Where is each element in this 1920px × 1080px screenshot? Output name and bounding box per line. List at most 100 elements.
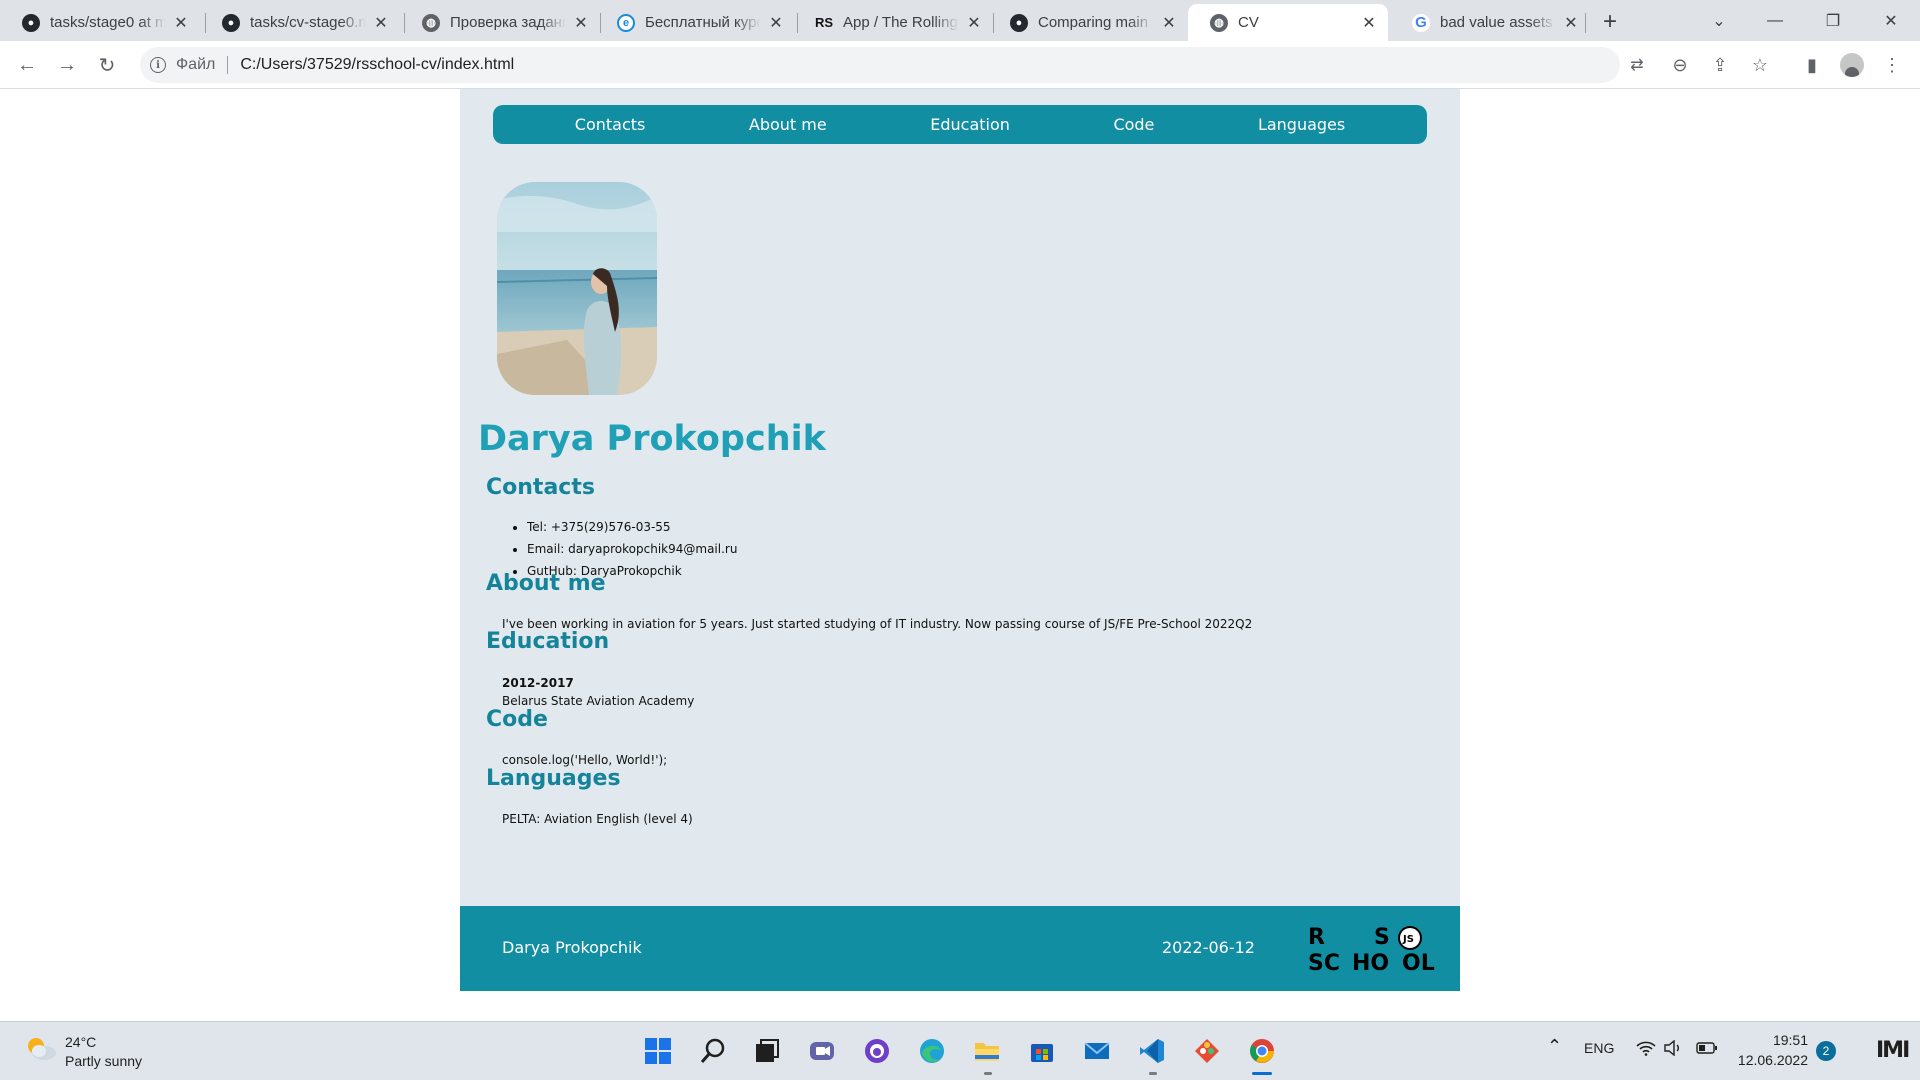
new-tab-button[interactable]: +	[1596, 8, 1624, 36]
zoom-icon: ⊖	[1672, 54, 1688, 75]
task-view-icon	[756, 1039, 779, 1062]
menu-button[interactable]: ⋮	[1880, 53, 1904, 77]
close-icon[interactable]: ✕	[767, 14, 785, 32]
back-button[interactable]: ←	[13, 51, 41, 79]
close-icon[interactable]: ✕	[172, 14, 190, 32]
languages-text: PELTA: Aviation English (level 4)	[502, 812, 693, 826]
logo-js: JS	[1402, 934, 1414, 945]
edge-button[interactable]	[915, 1034, 949, 1068]
tab-search-button[interactable]: ⌄	[1696, 6, 1742, 36]
search-button[interactable]	[696, 1034, 730, 1068]
teams-button[interactable]	[805, 1034, 839, 1068]
tab-title: CV	[1238, 14, 1259, 31]
footer-name: Darya Prokopchik	[502, 938, 642, 957]
contacts-heading: Contacts	[486, 475, 595, 500]
bookmark-button[interactable]: ☆	[1748, 53, 1772, 77]
cv-name-title: Darya Prokopchik	[478, 419, 826, 459]
store-icon	[1031, 1044, 1053, 1062]
share-icon: ⇪	[1712, 54, 1728, 75]
side-panel-button[interactable]: ▮	[1800, 53, 1824, 77]
close-icon[interactable]: ✕	[1360, 14, 1378, 32]
nav-about-me[interactable]: About me	[749, 115, 827, 134]
tab-github-comparing[interactable]: ● Comparing main ✕	[988, 4, 1188, 41]
start-button[interactable]	[641, 1034, 675, 1068]
github-desktop-button[interactable]	[860, 1034, 894, 1068]
clock-time[interactable]: 19:51	[1746, 1032, 1808, 1048]
omnibox-divider	[227, 56, 229, 74]
close-icon[interactable]: ✕	[1562, 14, 1580, 32]
zoom-button[interactable]: ⊖	[1668, 53, 1692, 77]
close-icon[interactable]: ✕	[372, 14, 390, 32]
tab-cv-active[interactable]: ◍ CV ✕	[1188, 4, 1388, 41]
google-icon: G	[1412, 13, 1430, 32]
rs-school-logo: R S SC HO OL JS	[1308, 925, 1435, 974]
nav-code[interactable]: Code	[1113, 115, 1154, 134]
avatar	[1840, 53, 1864, 77]
translate-icon[interactable]: ⇄	[1627, 55, 1647, 75]
reload-button[interactable]: ↻	[93, 51, 121, 79]
git-icon	[1195, 1039, 1219, 1063]
share-button[interactable]: ⇪	[1708, 53, 1732, 77]
nav-education[interactable]: Education	[930, 115, 1010, 134]
minimize-icon: —	[1767, 12, 1783, 29]
maximize-button[interactable]: ❐	[1810, 6, 1856, 36]
url-text[interactable]: C:/Users/37529/rsschool-cv/index.html	[240, 56, 514, 74]
side-panel-icon: ▮	[1807, 54, 1817, 75]
browser-tab-strip: ● tasks/stage0 at main ✕ ● tasks/cv-stag…	[0, 0, 1920, 41]
mail-icon	[1084, 1042, 1110, 1059]
tab-google-search[interactable]: G bad value assets ✕	[1390, 4, 1590, 41]
code-heading: Code	[486, 707, 548, 732]
notification-badge[interactable]: 2	[1816, 1041, 1836, 1061]
tab-github-cv-stage0[interactable]: ● tasks/cv-stage0.md ✕	[200, 4, 400, 41]
rs-icon: RS	[814, 15, 834, 30]
swirl-icon: e	[617, 13, 635, 32]
tab-rolling-scopes[interactable]: RS App / The Rolling Scopes ✕	[793, 4, 993, 41]
tab-title: Comparing main	[1038, 14, 1149, 31]
battery-icon[interactable]	[1696, 1040, 1718, 1059]
cv-page: Contacts About me Education Code Languag…	[460, 89, 1460, 991]
store-button[interactable]	[1025, 1034, 1059, 1068]
nav-contacts[interactable]: Contacts	[575, 115, 646, 134]
input-language[interactable]: ENG	[1584, 1040, 1614, 1056]
education-years: 2012-2017	[502, 676, 574, 690]
restore-icon: ❐	[1825, 13, 1841, 30]
nav-languages[interactable]: Languages	[1258, 115, 1345, 134]
cv-nav: Contacts About me Education Code Languag…	[493, 105, 1427, 144]
close-window-button[interactable]: ✕	[1868, 6, 1914, 36]
arrow-right-icon: →	[57, 53, 77, 76]
close-icon[interactable]: ✕	[572, 14, 590, 32]
file-explorer-button[interactable]	[970, 1034, 1004, 1068]
volume-icon[interactable]	[1664, 1039, 1682, 1059]
minimize-button[interactable]: —	[1752, 6, 1798, 36]
weather-description[interactable]: Partly sunny	[65, 1053, 142, 1069]
wifi-icon[interactable]	[1636, 1040, 1656, 1059]
task-view-button[interactable]	[750, 1034, 784, 1068]
globe-icon: ◍	[422, 13, 440, 32]
profile-button[interactable]	[1840, 53, 1864, 77]
close-icon[interactable]: ✕	[965, 14, 983, 32]
address-bar[interactable]: i Файл C:/Users/37529/rsschool-cv/index.…	[140, 47, 1644, 83]
git-button[interactable]	[1190, 1034, 1224, 1068]
mail-button[interactable]	[1080, 1034, 1114, 1068]
file-explorer-icon	[975, 1043, 999, 1061]
logo-ho: HO	[1352, 951, 1389, 974]
partly-sunny-icon[interactable]	[24, 1034, 58, 1062]
info-icon[interactable]: i	[150, 57, 166, 73]
tab-free-course[interactable]: e Бесплатный курс ✕	[595, 4, 795, 41]
tab-github-stage0[interactable]: ● tasks/stage0 at main ✕	[0, 4, 200, 41]
vscode-button[interactable]	[1135, 1034, 1169, 1068]
chevron-up-icon[interactable]: ⌃	[1547, 1036, 1562, 1057]
close-icon[interactable]: ✕	[1160, 14, 1178, 32]
tab-title: App / The Rolling Scopes	[843, 14, 959, 31]
footer-date: 2022-06-12	[1162, 938, 1255, 957]
weather-temperature[interactable]: 24°C	[65, 1034, 96, 1050]
chrome-button[interactable]	[1245, 1034, 1279, 1068]
about-text: I've been working in aviation for 5 year…	[502, 617, 1253, 631]
clock-date[interactable]: 12.06.2022	[1732, 1052, 1808, 1068]
forward-button[interactable]: →	[53, 51, 81, 79]
logo-ol: OL	[1402, 951, 1435, 974]
tab-title: Бесплатный курс	[645, 14, 761, 31]
tab-review[interactable]: ◍ Проверка заданий ✕	[400, 4, 600, 41]
contact-email: Email: daryaprokopchik94@mail.ru	[527, 538, 737, 560]
github-icon: ●	[222, 13, 240, 32]
